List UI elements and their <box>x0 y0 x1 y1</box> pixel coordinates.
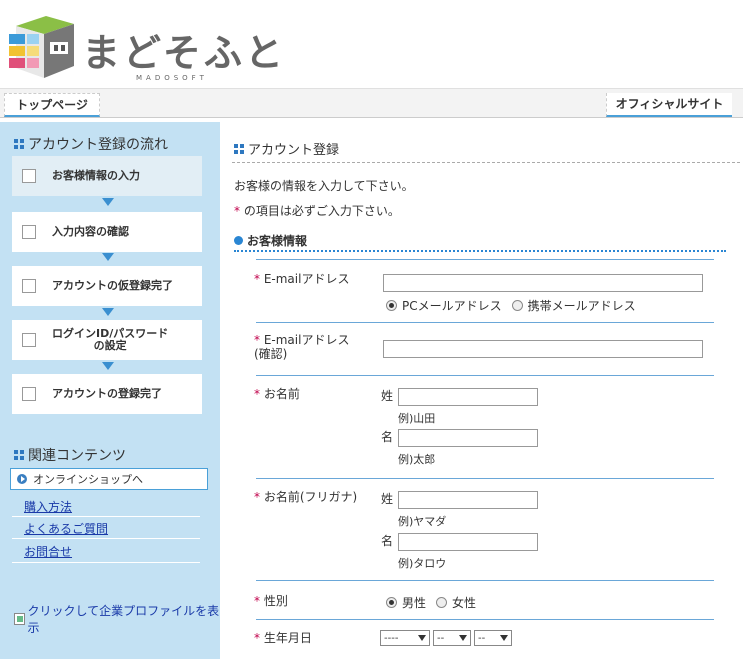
step-label: アカウントの仮登録完了 <box>52 279 173 292</box>
step-label: アカウントの登録完了 <box>52 387 162 400</box>
main-content: アカウント登録 お客様の情報を入力して下さい。 * の項目は必ずご入力下さい。 … <box>220 122 743 659</box>
step-label: 入力内容の確認 <box>52 225 129 238</box>
step-customer-info: お客様情報の入力 <box>12 156 202 196</box>
step-checkbox <box>22 333 36 347</box>
row-divider <box>256 478 714 479</box>
madosoft-logo-icon[interactable] <box>6 16 76 78</box>
link-faq[interactable]: よくあるご質問 <box>24 520 108 537</box>
email-confirm-input[interactable] <box>383 340 703 358</box>
step-label: お客様情報の入力 <box>52 169 140 182</box>
step-checkbox <box>22 279 36 293</box>
birth-day-select[interactable]: -- <box>474 630 512 646</box>
step-checkbox <box>22 387 36 401</box>
step-provisional: アカウントの仮登録完了 <box>12 266 202 306</box>
birth-year-select[interactable]: ---- <box>380 630 430 646</box>
row-divider <box>256 580 714 581</box>
page-title: アカウント登録 <box>234 139 339 158</box>
intro-text: お客様の情報を入力して下さい。 <box>234 179 414 193</box>
step-arrow-icon <box>102 198 114 206</box>
grid-square-icon <box>234 143 244 154</box>
circle-arrow-icon <box>17 474 27 484</box>
company-profile-banner[interactable]: クリックして企業プロファイルを表示 <box>14 602 220 636</box>
step-confirm: 入力内容の確認 <box>12 212 202 252</box>
kana-first-example: 例)タロウ <box>398 557 447 570</box>
link-how-to-buy[interactable]: 購入方法 <box>24 498 72 515</box>
last-name-label: 姓 <box>381 389 394 403</box>
section-title: お客様情報 <box>234 232 307 249</box>
dropdown-arrow-icon <box>500 635 508 641</box>
radio-pc-email[interactable] <box>386 300 397 311</box>
step-login-setup: ログインID/パスワード の設定 <box>12 320 202 360</box>
online-shop-button[interactable]: オンラインショップへ <box>10 468 208 490</box>
step-arrow-icon <box>102 253 114 261</box>
flow-heading: アカウント登録の流れ <box>14 134 168 154</box>
radio-female[interactable] <box>436 597 448 608</box>
kana-last-input[interactable] <box>398 491 538 509</box>
step-arrow-icon <box>102 308 114 316</box>
first-name-input[interactable] <box>398 429 538 447</box>
last-name-input[interactable] <box>398 388 538 406</box>
kana-last-label: 姓 <box>381 492 394 506</box>
step-checkbox <box>22 169 36 183</box>
dropdown-arrow-icon <box>459 635 467 641</box>
broken-image-icon <box>14 613 26 625</box>
logo-subtext: MADOSOFT <box>136 74 208 82</box>
email-label: * E-mailアドレス <box>254 272 350 286</box>
sidebar: アカウント登録の流れ お客様情報の入力 入力内容の確認 アカウントの仮登録完了 … <box>0 122 220 659</box>
grid-square-icon <box>14 450 24 460</box>
divider <box>12 538 200 539</box>
nav-top-page[interactable]: トップページ <box>4 93 100 117</box>
row-divider <box>256 375 714 376</box>
row-divider <box>256 322 714 323</box>
related-heading: 関連コンテンツ <box>14 445 126 465</box>
section-divider <box>234 250 726 252</box>
row-divider <box>256 619 714 620</box>
email-type-radio-group: PCメールアドレス 携帯メールアドレス <box>386 297 646 314</box>
grid-square-icon <box>14 139 24 149</box>
title-divider <box>232 162 740 163</box>
radio-male[interactable] <box>386 597 397 608</box>
birthday-label: * 生年月日 <box>254 631 312 645</box>
row-divider <box>256 259 714 260</box>
step-checkbox <box>22 225 36 239</box>
logo-text: まどそふと <box>82 31 286 75</box>
site-header: まどそふと MADOSOFT <box>0 0 743 88</box>
kana-first-input[interactable] <box>398 533 538 551</box>
step-arrow-icon <box>102 362 114 370</box>
dropdown-arrow-icon <box>418 635 426 641</box>
name-label: * お名前 <box>254 387 300 401</box>
required-note: * の項目は必ずご入力下さい。 <box>234 204 400 218</box>
bullet-dot-icon <box>234 236 243 245</box>
link-contact[interactable]: お問合せ <box>24 543 72 560</box>
divider <box>12 562 200 563</box>
step-label: ログインID/パスワード の設定 <box>52 327 169 352</box>
nav-official-site[interactable]: オフィシャルサイト <box>606 93 732 117</box>
gender-radio-group: 男性 女性 <box>386 594 486 611</box>
first-name-label: 名 <box>381 430 394 444</box>
step-complete: アカウントの登録完了 <box>12 374 202 414</box>
email-confirm-label: * E-mailアドレス(確認) <box>254 333 350 361</box>
email-input[interactable] <box>383 274 703 292</box>
radio-mobile-email[interactable] <box>511 300 523 311</box>
kana-first-label: 名 <box>381 534 394 548</box>
kana-last-example: 例)ヤマダ <box>398 515 447 528</box>
kana-label: * お名前(フリガナ) <box>254 490 358 504</box>
first-name-example: 例)太郎 <box>398 453 436 466</box>
birth-month-select[interactable]: -- <box>433 630 471 646</box>
top-navigation: トップページ オフィシャルサイト <box>0 88 743 118</box>
last-name-example: 例)山田 <box>398 412 436 425</box>
divider <box>12 516 200 517</box>
gender-label: * 性別 <box>254 594 288 608</box>
